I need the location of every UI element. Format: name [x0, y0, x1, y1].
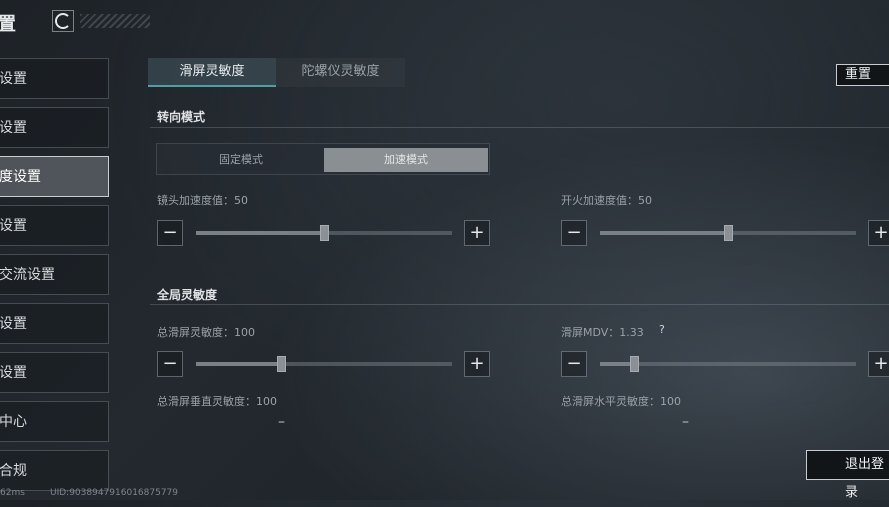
- decorative-hatch: [80, 14, 150, 28]
- slider-fill: [600, 231, 728, 235]
- horizontal-dash: –: [682, 414, 689, 430]
- mdv-slider-thumb[interactable]: [630, 356, 639, 372]
- slider-fill: [196, 231, 324, 235]
- total-swipe-plus-button[interactable]: +: [464, 351, 490, 377]
- fire-accel-slider-track[interactable]: [600, 225, 856, 241]
- turn-mode-title: 转向模式: [157, 110, 206, 124]
- section-divider: [150, 127, 889, 128]
- sidebar-item-sensitivity[interactable]: 度设置: [0, 156, 109, 197]
- fire-accel-minus-button[interactable]: −: [561, 220, 587, 246]
- mode-option-accel[interactable]: 加速模式: [324, 148, 488, 172]
- reset-button[interactable]: 重置: [836, 64, 889, 86]
- fire-accel-label: 开火加速度值：50: [561, 194, 652, 207]
- page-title: 置: [0, 14, 16, 35]
- total-swipe-slider-track[interactable]: [196, 356, 452, 372]
- lens-accel-plus-button[interactable]: +: [464, 220, 490, 246]
- lens-accel-slider-thumb[interactable]: [320, 225, 329, 241]
- mdv-plus-button[interactable]: +: [868, 351, 889, 377]
- vertical-sensitivity-label: 总滑屏垂直灵敏度：100: [157, 395, 277, 408]
- tab-swipe-sensitivity[interactable]: 滑屏灵敏度: [148, 58, 276, 87]
- game-logo-icon: [52, 10, 74, 32]
- tab-gyro-sensitivity[interactable]: 陀螺仪灵敏度: [276, 58, 405, 87]
- mode-option-fixed[interactable]: 固定模式: [159, 148, 323, 172]
- slider-fill: [196, 362, 281, 366]
- lens-accel-minus-button[interactable]: −: [157, 220, 183, 246]
- top-bar: 置: [0, 0, 889, 44]
- sidebar-item-4[interactable]: 设置: [0, 205, 109, 246]
- total-swipe-minus-button[interactable]: −: [157, 351, 183, 377]
- mdv-slider-track[interactable]: [600, 356, 856, 372]
- help-icon[interactable]: ?: [659, 323, 665, 336]
- lens-accel-label: 镜头加速度值：50: [157, 194, 248, 207]
- horizontal-sensitivity-label: 总滑屏水平灵敏度：100: [561, 395, 681, 408]
- logout-button[interactable]: 退出登录: [806, 450, 889, 500]
- fire-accel-slider-thumb[interactable]: [724, 225, 733, 241]
- sidebar-item-1[interactable]: 设置: [0, 58, 109, 99]
- lens-accel-slider-track[interactable]: [196, 225, 452, 241]
- sidebar-item-7[interactable]: 设置: [0, 352, 109, 393]
- mdv-minus-button[interactable]: −: [561, 351, 587, 377]
- sidebar-item-2[interactable]: 设置: [0, 107, 109, 148]
- turn-mode-selector: 固定模式 加速模式: [156, 143, 490, 175]
- fire-accel-plus-button[interactable]: +: [868, 220, 889, 246]
- total-swipe-slider-thumb[interactable]: [277, 356, 286, 372]
- slider-fill: [600, 362, 634, 366]
- sidebar-item-communication[interactable]: 交流设置: [0, 254, 109, 295]
- sidebar-item-center[interactable]: 中心: [0, 401, 109, 442]
- mdv-label: 滑屏MDV：1.33: [561, 326, 644, 339]
- total-swipe-label: 总滑屏灵敏度：100: [157, 326, 255, 339]
- section-divider: [150, 304, 889, 305]
- vertical-dash: –: [278, 414, 285, 430]
- global-sensitivity-title: 全局灵敏度: [157, 288, 218, 302]
- uid-readout: UID:90389479160168757​79: [50, 488, 178, 498]
- sidebar-item-compliance[interactable]: 合规: [0, 450, 109, 491]
- sidebar-item-6[interactable]: 设置: [0, 303, 109, 344]
- ping-readout: 62ms: [0, 488, 25, 498]
